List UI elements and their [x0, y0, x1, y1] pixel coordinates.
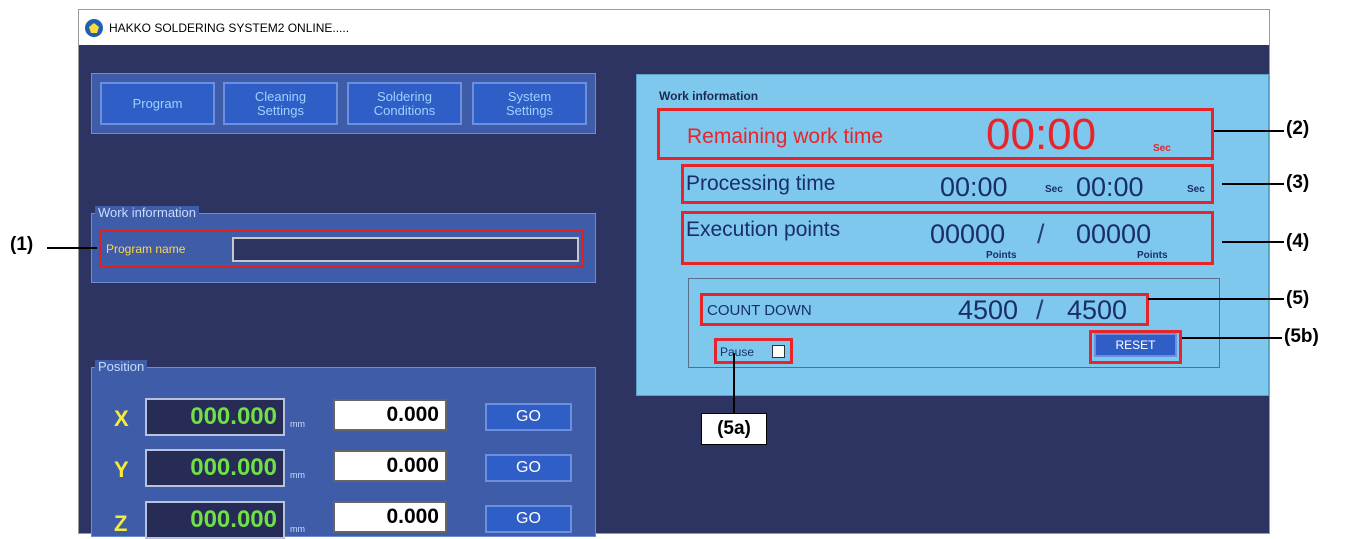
processing-time-unit-2: Sec	[1187, 184, 1205, 195]
position-label: Position	[95, 360, 148, 374]
y-target-input[interactable]: 0.000	[333, 450, 447, 482]
leader-2	[1214, 130, 1284, 132]
leader-4	[1222, 241, 1284, 243]
window-title: HAKKO SOLDERING SYSTEM2 ONLINE.....	[109, 20, 350, 35]
countdown-current: 4500	[958, 295, 1019, 325]
callout-3: (3)	[1286, 172, 1310, 193]
pause-label: Pause	[720, 345, 755, 359]
soldering-conditions-label: Soldering Conditions	[373, 88, 436, 118]
position-group: Position X 000.000 mm 0.000 GO Y 000.000…	[91, 360, 596, 539]
processing-time-value-1: 00:00	[940, 172, 1008, 202]
z-unit: mm	[290, 524, 305, 534]
callout-2: (2)	[1286, 118, 1310, 139]
x-go-button[interactable]: GO	[485, 403, 572, 431]
soldering-conditions-button[interactable]: Soldering Conditions	[347, 82, 462, 125]
remaining-time-unit: Sec	[1153, 143, 1171, 154]
execution-done-unit: Points	[986, 250, 1017, 261]
program-name-field[interactable]	[232, 237, 579, 262]
execution-points-done: 00000	[930, 219, 1006, 249]
countdown-total: 4500	[1067, 295, 1128, 325]
system-settings-label: System Settings	[506, 88, 553, 118]
countdown-highlight: COUNT DOWN 4500 / 4500	[700, 293, 1149, 326]
remaining-time-value: 00:00	[986, 110, 1097, 159]
leader-5b	[1182, 337, 1282, 339]
reset-button[interactable]: RESET	[1094, 333, 1177, 357]
processing-time-unit-1: Sec	[1045, 184, 1063, 195]
z-axis-label: Z	[114, 511, 128, 536]
z-current-value: 000.000	[145, 501, 285, 539]
pause-checkbox[interactable]	[772, 345, 785, 358]
screenshot-stage: HAKKO SOLDERING SYSTEM2 ONLINE..... Prog…	[0, 0, 1345, 539]
y-current-value: 000.000	[145, 449, 285, 487]
left-work-info-label: Work information	[95, 206, 200, 220]
y-unit: mm	[290, 470, 305, 480]
cleaning-settings-button[interactable]: Cleaning Settings	[223, 82, 338, 125]
program-button-label: Program	[132, 95, 183, 111]
left-work-info-group: Work information Program name	[91, 206, 596, 283]
app-logo-icon	[85, 18, 103, 37]
app-window: HAKKO SOLDERING SYSTEM2 ONLINE..... Prog…	[78, 9, 1270, 539]
z-go-button[interactable]: GO	[485, 505, 572, 533]
work-info-title: Work information	[659, 89, 759, 103]
callout-4: (4)	[1286, 231, 1310, 252]
countdown-label: COUNT DOWN	[707, 302, 812, 319]
execution-points-total: 00000	[1076, 219, 1152, 249]
system-settings-button[interactable]: System Settings	[472, 82, 587, 125]
y-axis-label: Y	[114, 457, 129, 482]
leader-3	[1222, 183, 1284, 185]
remaining-time-label: Remaining work time	[687, 125, 884, 148]
y-go-button[interactable]: GO	[485, 454, 572, 482]
program-name-label: Program name	[106, 242, 186, 256]
execution-points-label: Execution points	[686, 218, 841, 241]
callout-5: (5)	[1286, 288, 1310, 309]
processing-time-label: Processing time	[686, 172, 836, 195]
execution-points-separator: /	[1037, 219, 1045, 249]
z-target-input[interactable]: 0.000	[333, 501, 447, 533]
execution-total-unit: Points	[1137, 250, 1168, 261]
program-button[interactable]: Program	[100, 82, 215, 125]
execution-points-highlight: Execution points 00000 / 00000 Points Po…	[681, 211, 1214, 265]
main-menu-panel: Program Cleaning Settings Soldering Cond…	[91, 73, 596, 134]
callout-5a: (5a)	[701, 413, 767, 445]
pause-highlight: Pause	[714, 338, 793, 364]
program-name-highlight: Program name	[99, 230, 584, 268]
remaining-time-highlight: Remaining work time 00:00 Sec	[657, 108, 1214, 160]
callout-1: (1)	[10, 234, 34, 255]
title-bar: HAKKO SOLDERING SYSTEM2 ONLINE.....	[79, 10, 1269, 45]
countdown-separator: /	[1036, 295, 1044, 325]
cleaning-settings-label: Cleaning Settings	[254, 88, 307, 118]
processing-time-highlight: Processing time 00:00 Sec 00:00 Sec	[681, 164, 1214, 204]
x-target-input[interactable]: 0.000	[333, 399, 447, 431]
work-info-panel: Work information Remaining work time 00:…	[636, 74, 1269, 396]
leader-1	[47, 247, 97, 249]
x-axis-label: X	[114, 406, 129, 431]
leader-5a	[733, 353, 735, 413]
callout-5b: (5b)	[1284, 326, 1319, 347]
x-unit: mm	[290, 419, 305, 429]
processing-time-value-2: 00:00	[1076, 172, 1144, 202]
x-current-value: 000.000	[145, 398, 285, 436]
leader-5	[1148, 298, 1284, 300]
